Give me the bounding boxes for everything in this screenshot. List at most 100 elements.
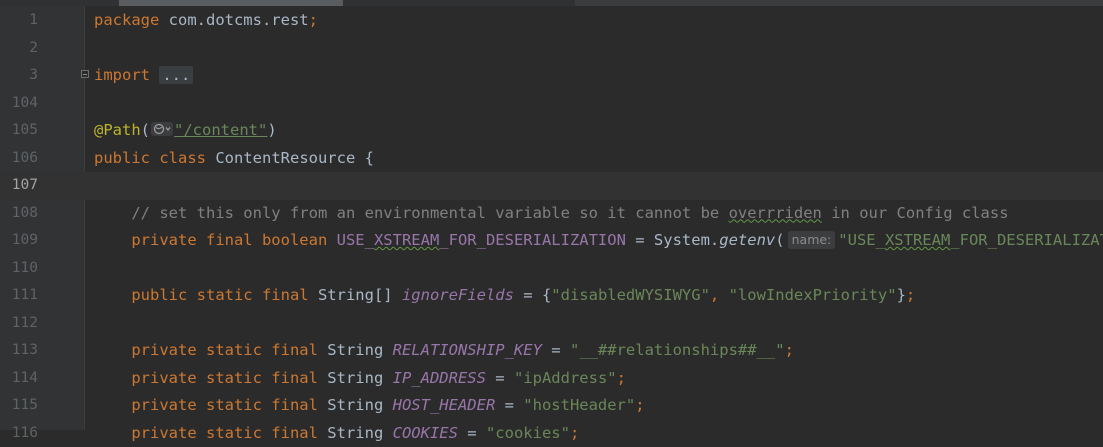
line-number[interactable]: 112 xyxy=(0,310,38,338)
line-number[interactable]: 110 xyxy=(0,255,38,283)
code-token: ContentResource { xyxy=(215,149,374,167)
code-token: in our Config class xyxy=(822,204,1009,222)
code-token: ; xyxy=(635,396,644,414)
code-token: ; xyxy=(906,286,915,304)
code-token: @Path xyxy=(94,121,141,139)
code-text[interactable]: @Path( "/content") xyxy=(94,117,277,145)
scrollbar-thumb[interactable] xyxy=(119,0,343,6)
code-line[interactable]: 111 public static final String[] ignoreF… xyxy=(0,282,1103,310)
code-line[interactable]: 104 xyxy=(0,90,1103,118)
code-text[interactable]: private static final String IP_ADDRESS =… xyxy=(94,365,626,393)
code-line[interactable]: 108 // set this only from an environment… xyxy=(0,200,1103,228)
code-line[interactable]: 109 private final boolean USE_XSTREAM_FO… xyxy=(0,227,1103,255)
code-token: ; xyxy=(570,424,579,442)
line-number[interactable]: 111 xyxy=(0,282,38,310)
code-token: getenv xyxy=(719,231,775,249)
code-token: "cookies" xyxy=(486,424,570,442)
code-text[interactable]: // set this only from an environmental v… xyxy=(94,200,1009,228)
code-token: "USE_ xyxy=(838,231,885,249)
code-token: "lowIndexPriority" xyxy=(729,286,897,304)
line-number[interactable]: 115 xyxy=(0,392,38,420)
line-number[interactable]: 106 xyxy=(0,145,38,173)
line-number[interactable]: 2 xyxy=(0,35,38,63)
code-line[interactable]: 105 @Path( "/content") xyxy=(0,117,1103,145)
code-token: XSTREAM xyxy=(885,231,950,249)
code-token: private static final xyxy=(94,396,327,414)
code-token: String xyxy=(327,341,392,359)
line-number[interactable]: 3 xyxy=(0,62,38,90)
line-number[interactable]: 114 xyxy=(0,365,38,393)
code-line[interactable]: 112 xyxy=(0,310,1103,338)
code-token: XSTREAM xyxy=(374,231,439,249)
line-number[interactable]: 1 xyxy=(0,7,38,35)
code-line[interactable]: 113 private static final String RELATION… xyxy=(0,337,1103,365)
code-text[interactable]: package com.dotcms.rest; xyxy=(94,7,318,35)
code-token: ... xyxy=(159,66,193,84)
line-number[interactable]: 105 xyxy=(0,117,38,145)
line-number[interactable]: 109 xyxy=(0,227,38,255)
code-token: = xyxy=(458,424,486,442)
code-token: String xyxy=(327,369,392,387)
code-line[interactable]: 116 private static final String COOKIES … xyxy=(0,420,1103,447)
code-text[interactable]: import ... xyxy=(94,62,193,90)
fold-toggle-icon[interactable] xyxy=(81,70,89,78)
line-number[interactable]: 108 xyxy=(0,200,38,228)
code-token: package xyxy=(94,11,169,29)
code-text[interactable]: private final boolean USE_XSTREAM_FOR_DE… xyxy=(94,227,1103,255)
code-token: = xyxy=(486,369,514,387)
code-token: ( xyxy=(141,121,150,139)
code-editor[interactable]: 1 package com.dotcms.rest; 23 import ... 104… xyxy=(0,7,1103,447)
code-token: ) xyxy=(267,121,276,139)
scrollbar-track xyxy=(575,0,1103,6)
code-token: } xyxy=(897,286,906,304)
code-line[interactable]: 114 private static final String IP_ADDRE… xyxy=(0,365,1103,393)
code-token: _FOR_DESERIALIZATION" xyxy=(950,231,1103,249)
line-number[interactable]: 104 xyxy=(0,90,38,118)
code-token: RELATIONSHIP_KEY xyxy=(393,341,542,359)
code-token: String[] xyxy=(318,286,402,304)
code-token: private static final xyxy=(94,424,327,442)
line-number[interactable]: 113 xyxy=(0,337,38,365)
code-token: ; xyxy=(617,369,626,387)
code-token: "disabledWYSIWYG" xyxy=(551,286,710,304)
line-number[interactable]: 107 xyxy=(0,172,38,200)
code-token: String xyxy=(327,424,392,442)
code-line[interactable]: 106 public class ContentResource { xyxy=(0,145,1103,173)
line-number[interactable]: 116 xyxy=(0,420,38,447)
code-token: private final boolean xyxy=(94,231,337,249)
parameter-hint: name: xyxy=(788,231,836,249)
code-line[interactable]: 115 private static final String HOST_HEA… xyxy=(0,392,1103,420)
code-line[interactable]: 3 import ... xyxy=(0,62,1103,90)
code-text[interactable]: private static final String HOST_HEADER … xyxy=(94,392,645,420)
code-token: import xyxy=(94,66,159,84)
code-token: // set this only from an environmental v… xyxy=(94,204,729,222)
code-token: "__##relationships##__" xyxy=(570,341,785,359)
code-token: ; xyxy=(309,11,318,29)
code-token: String xyxy=(327,396,392,414)
code-token: private static final xyxy=(94,369,327,387)
code-token: private static final xyxy=(94,341,327,359)
code-token: overrriden xyxy=(729,204,822,222)
globe-dropdown-icon[interactable] xyxy=(151,122,173,136)
code-token: "ipAddress" xyxy=(514,369,617,387)
code-token: public static final xyxy=(94,286,318,304)
code-text[interactable]: private static final String RELATIONSHIP… xyxy=(94,337,794,365)
code-token: USE_ xyxy=(337,231,374,249)
code-token: = xyxy=(495,396,523,414)
code-token: com.dotcms.rest xyxy=(169,11,309,29)
code-token: HOST_HEADER xyxy=(393,396,496,414)
code-token: ( xyxy=(775,231,784,249)
code-token: , xyxy=(710,286,729,304)
code-token: COOKIES xyxy=(393,424,458,442)
code-token: = { xyxy=(514,286,551,304)
code-line[interactable]: 2 xyxy=(0,35,1103,63)
code-line[interactable]: 1 package com.dotcms.rest; xyxy=(0,7,1103,35)
code-text[interactable]: public static final String[] ignoreField… xyxy=(94,282,915,310)
code-token: = xyxy=(542,341,570,359)
horizontal-scrollbar[interactable] xyxy=(0,0,1103,6)
code-text[interactable]: public class ContentResource { xyxy=(94,145,374,173)
code-line[interactable]: 110 xyxy=(0,255,1103,283)
code-text[interactable]: private static final String COOKIES = "c… xyxy=(94,420,579,447)
code-line[interactable]: 107 xyxy=(0,172,1103,200)
code-token: "/content" xyxy=(174,121,267,139)
